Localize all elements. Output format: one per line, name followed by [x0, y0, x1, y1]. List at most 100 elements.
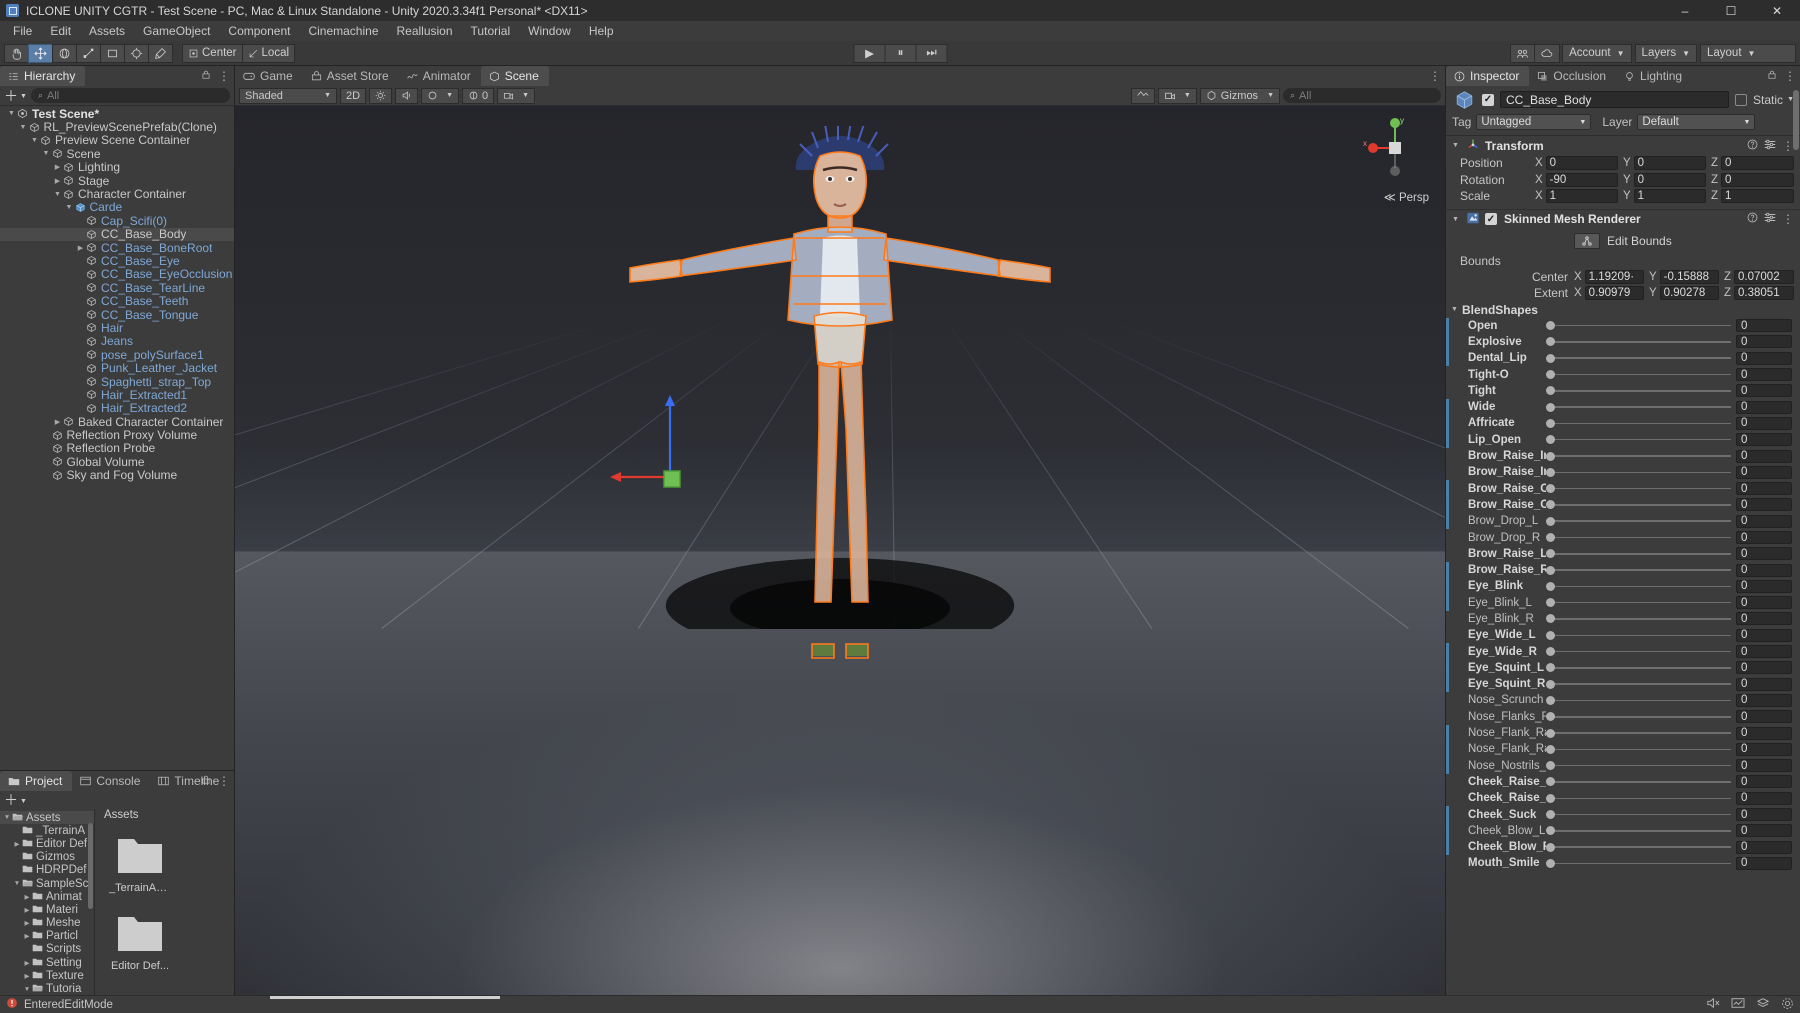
slider-knob[interactable] [1546, 761, 1555, 771]
slider-knob[interactable] [1546, 516, 1555, 526]
project-tree-item[interactable]: ▶ Animat [0, 890, 94, 903]
slider-knob[interactable] [1546, 321, 1555, 331]
blendshape-slider[interactable] [1546, 646, 1731, 658]
slider-knob[interactable] [1546, 565, 1555, 575]
transform-tool-button[interactable] [124, 43, 149, 63]
menu-gameobject[interactable]: GameObject [134, 21, 219, 41]
blendshape-value-field[interactable]: 0 [1736, 628, 1792, 642]
slider-knob[interactable] [1546, 370, 1555, 380]
blendshape-value-field[interactable]: 0 [1736, 596, 1792, 610]
slider-knob[interactable] [1546, 386, 1555, 396]
blendshape-value-field[interactable]: 0 [1736, 579, 1792, 593]
slider-knob[interactable] [1546, 581, 1555, 591]
blendshape-value-field[interactable]: 0 [1736, 612, 1792, 626]
slider-knob[interactable] [1546, 826, 1555, 836]
blendshape-slider[interactable] [1546, 760, 1731, 772]
hierarchy-item[interactable]: ▼ Carde [0, 200, 234, 214]
scale-tool-button[interactable] [76, 43, 101, 63]
2d-toggle-button[interactable]: 2D [340, 87, 367, 104]
expand-arrow-icon[interactable]: ▶ [22, 893, 32, 901]
blendshape-row[interactable]: Nose_Flank_Raise_L 0 [1446, 724, 1800, 742]
account-dropdown[interactable]: Account ▼ [1562, 43, 1632, 63]
blendshape-slider[interactable] [1546, 320, 1731, 332]
hierarchy-item[interactable]: Punk_Leather_Jacket [0, 361, 234, 375]
project-menu-icon[interactable]: ⋮ [218, 774, 230, 788]
hierarchy-item[interactable]: ▶ Lighting [0, 160, 234, 174]
slider-knob[interactable] [1546, 533, 1555, 542]
blendshape-value-field[interactable]: 0 [1736, 482, 1792, 496]
blendshape-row[interactable]: Cheek_Suck 0 [1446, 806, 1800, 823]
blendshape-value-field[interactable]: 0 [1736, 661, 1792, 675]
help-icon[interactable] [1747, 212, 1758, 226]
bounds-extent-x[interactable]: 0.90979 [1584, 286, 1644, 301]
blendshape-row[interactable]: Nose_Flanks_Raise 0 [1446, 709, 1800, 725]
layer-dropdown[interactable]: Default ▼ [1637, 114, 1756, 130]
expand-arrow-icon[interactable]: ▼ [64, 204, 75, 211]
blendshape-value-field[interactable]: 0 [1736, 726, 1792, 740]
rotate-tool-button[interactable] [52, 43, 77, 63]
blendshape-value-field[interactable]: 0 [1736, 759, 1792, 773]
menu-edit[interactable]: Edit [41, 21, 80, 41]
scene-menu-icon[interactable]: ⋮ [1429, 69, 1441, 83]
blendshape-row[interactable]: Brow_Raise_Outer_R 0 [1446, 496, 1800, 514]
slider-knob[interactable] [1546, 810, 1555, 820]
expand-arrow-icon[interactable]: ▶ [22, 906, 32, 914]
blendshape-row[interactable]: Cheek_Blow_R 0 [1446, 839, 1800, 856]
blendshape-row[interactable]: Eye_Blink_L 0 [1446, 594, 1800, 611]
expand-arrow-icon[interactable]: ▼ [18, 124, 29, 131]
tab-project[interactable]: Project [0, 771, 73, 791]
slider-knob[interactable] [1546, 418, 1555, 428]
blendshape-slider[interactable] [1546, 580, 1731, 592]
blendshape-row[interactable]: Dental_Lip 0 [1446, 350, 1800, 367]
collab-icon[interactable] [1510, 43, 1536, 63]
transform-header[interactable]: ▼ Transform ⋮ [1446, 136, 1800, 155]
expand-arrow-icon[interactable]: ▼ [6, 110, 17, 117]
tab-hierarchy[interactable]: Hierarchy [0, 66, 86, 86]
slider-knob[interactable] [1546, 793, 1555, 803]
blendshape-slider[interactable] [1546, 450, 1731, 462]
expand-arrow-icon[interactable]: ▶ [22, 919, 32, 927]
blendshape-value-field[interactable]: 0 [1736, 514, 1792, 528]
step-button[interactable]: ⏭ [915, 43, 948, 63]
tab-scene[interactable]: Scene [480, 66, 549, 86]
blendshape-value-field[interactable]: 0 [1736, 547, 1792, 561]
pivot-mode-button[interactable]: Center [182, 43, 243, 63]
slider-knob[interactable] [1546, 777, 1555, 787]
scene-camera-dropdown[interactable]: ▼ [497, 87, 536, 104]
blendshape-row[interactable]: Nose_Nostrils_Flare 0 [1446, 757, 1800, 774]
move-tool-button[interactable] [28, 43, 53, 63]
hierarchy-item[interactable]: ▼ Test Scene* [0, 107, 234, 121]
menu-cinemachine[interactable]: Cinemachine [299, 21, 387, 41]
blendshape-value-field[interactable]: 0 [1736, 416, 1792, 430]
blendshape-value-field[interactable]: 0 [1736, 335, 1792, 349]
expand-arrow-icon[interactable]: ▶ [22, 972, 32, 980]
project-folder-tree[interactable]: ▼ Assets _TerrainA ▶ Editor Def Gizmos HDRPDef… [0, 809, 95, 995]
expand-arrow-icon[interactable]: ▶ [75, 244, 86, 252]
blendshape-row[interactable]: Cheek_Raise_R 0 [1446, 790, 1800, 806]
slider-knob[interactable] [1546, 451, 1555, 461]
blendshape-slider[interactable] [1546, 776, 1731, 788]
blendshape-slider[interactable] [1546, 336, 1731, 348]
layout-dropdown[interactable]: Layout ▼ [1700, 43, 1796, 63]
expand-arrow-icon[interactable]: ▼ [2, 814, 12, 821]
view-axis-gizmo[interactable]: y x [1363, 116, 1427, 180]
slider-knob[interactable] [1546, 500, 1555, 510]
settings-status-icon[interactable] [1781, 997, 1794, 1013]
hierarchy-item[interactable]: ▼ RL_PreviewScenePrefab(Clone) [0, 120, 234, 134]
hierarchy-search-input[interactable]: ⌕ All [30, 88, 230, 103]
blendshape-row[interactable]: Cheek_Blow_L 0 [1446, 822, 1800, 839]
menu-window[interactable]: Window [519, 21, 580, 41]
hierarchy-menu-icon[interactable]: ⋮ [218, 69, 230, 83]
blendshape-value-field[interactable]: 0 [1736, 856, 1792, 870]
layers-dropdown[interactable]: Layers ▼ [1634, 43, 1697, 63]
blendshape-row[interactable]: Nose_Scrunch 0 [1446, 692, 1800, 708]
hierarchy-item[interactable]: Jeans [0, 334, 234, 348]
tab-lighting[interactable]: Lighting [1616, 66, 1693, 86]
project-tree-item[interactable]: _TerrainA [0, 824, 94, 837]
tab-console[interactable]: Console [72, 771, 151, 791]
scene-effects-toggle[interactable] [1130, 87, 1155, 104]
blendshape-value-field[interactable]: 0 [1736, 433, 1792, 447]
blendshape-value-field[interactable]: 0 [1736, 531, 1792, 544]
slider-knob[interactable] [1546, 695, 1555, 705]
blendshape-value-field[interactable]: 0 [1736, 775, 1792, 789]
